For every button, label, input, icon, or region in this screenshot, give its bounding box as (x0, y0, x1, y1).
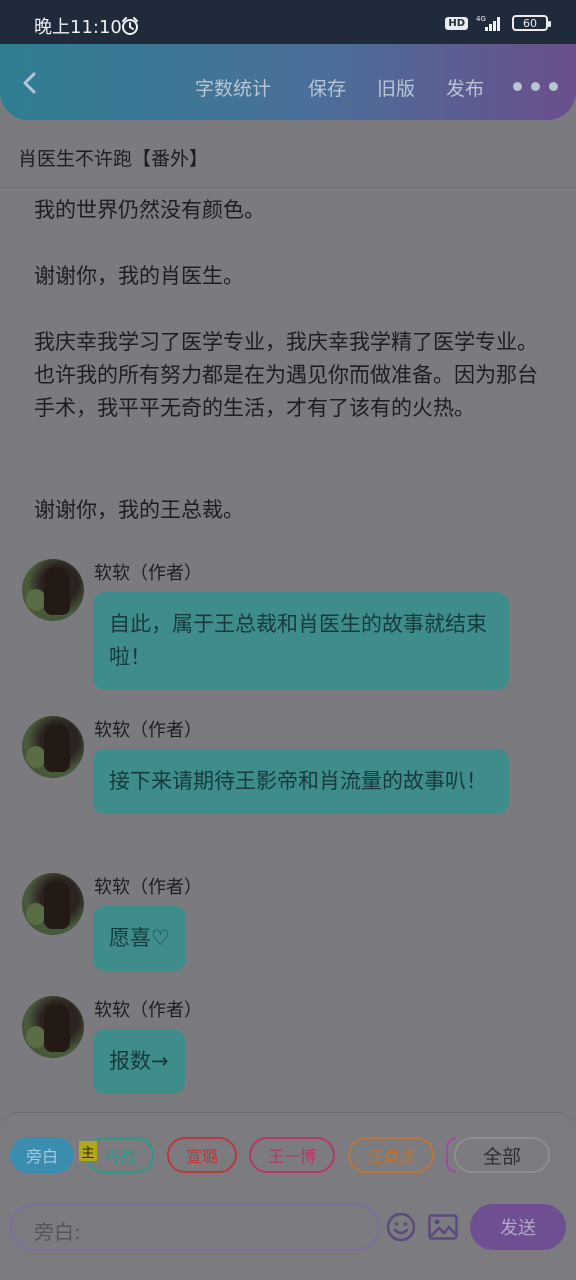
message-input[interactable]: 旁白: (10, 1203, 380, 1251)
narration-paragraph[interactable]: 谢谢你，我的肖医生。 (34, 260, 544, 293)
signal-icon: 4G (476, 15, 500, 31)
message-bubble[interactable]: 愿喜♡ (93, 906, 186, 971)
chevron-left-icon[interactable] (20, 72, 40, 94)
send-button[interactable]: 发送 (470, 1204, 566, 1250)
message-bubble[interactable]: 报数→ (93, 1029, 185, 1094)
narration-paragraph[interactable]: 谢谢你，我的王总裁。 (34, 494, 544, 527)
page-title[interactable]: 肖医生不许跑【番外】 (18, 144, 208, 171)
main-role-badge: 主 (79, 1141, 97, 1161)
role-chip-wangzhuocheng[interactable]: 汪卓成 (348, 1137, 434, 1173)
more-dots-icon[interactable] (513, 82, 558, 91)
author-name: 软软（作者） (94, 563, 202, 584)
author-avatar[interactable] (22, 716, 84, 778)
message-bubble[interactable]: 自此，属于王总裁和肖医生的故事就结束啦！ (93, 592, 509, 690)
role-chip-xuanlu[interactable]: 宣璐 (167, 1137, 237, 1173)
chapter-title-bar: 肖医生不许跑【番外】 (0, 128, 576, 188)
author-name: 软软（作者） (94, 1000, 202, 1021)
save-button[interactable]: 保存 (308, 74, 346, 101)
author-name: 软软（作者） (94, 877, 202, 898)
author-avatar[interactable] (22, 996, 84, 1058)
message-input-placeholder: 旁白: (34, 1220, 81, 1244)
status-time: 晚上11:10 (34, 17, 122, 38)
status-bar: 晚上11:10 HD 4G 60 (0, 0, 576, 44)
word-count-button[interactable]: 字数统计 (195, 74, 271, 101)
battery-level: 60 (523, 16, 537, 30)
message-bubble[interactable]: 接下来请期待王影帝和肖流量的故事叭！ (93, 749, 509, 814)
alarm-clock-icon (122, 17, 138, 35)
narration-paragraph[interactable]: 我庆幸我学习了医学专业，我庆幸我学精了医学专业。也许我的所有努力都是在为遇见你而… (34, 326, 544, 425)
narration-paragraph[interactable]: 我的世界仍然没有颜色。 (34, 194, 544, 227)
role-chip-all[interactable]: 全部 (454, 1137, 550, 1173)
battery-indicator: 60 (512, 15, 551, 31)
author-name: 软软（作者） (94, 720, 202, 741)
status-icons: HD 4G 60 (445, 14, 551, 32)
role-chip-wangyibo[interactable]: 王一博 (249, 1137, 335, 1173)
old-version-button[interactable]: 旧版 (377, 74, 415, 101)
author-avatar[interactable] (22, 559, 84, 621)
role-chip-narrator[interactable]: 旁白 (10, 1137, 74, 1173)
editor-toolbar: 字数统计 保存 旧版 发布 (0, 44, 576, 120)
image-icon[interactable] (428, 1214, 458, 1240)
hd-badge: HD (445, 16, 468, 30)
emoji-smile-icon[interactable] (386, 1212, 416, 1242)
publish-button[interactable]: 发布 (446, 74, 484, 101)
network-type: 4G (476, 15, 486, 23)
author-avatar[interactable] (22, 873, 84, 935)
